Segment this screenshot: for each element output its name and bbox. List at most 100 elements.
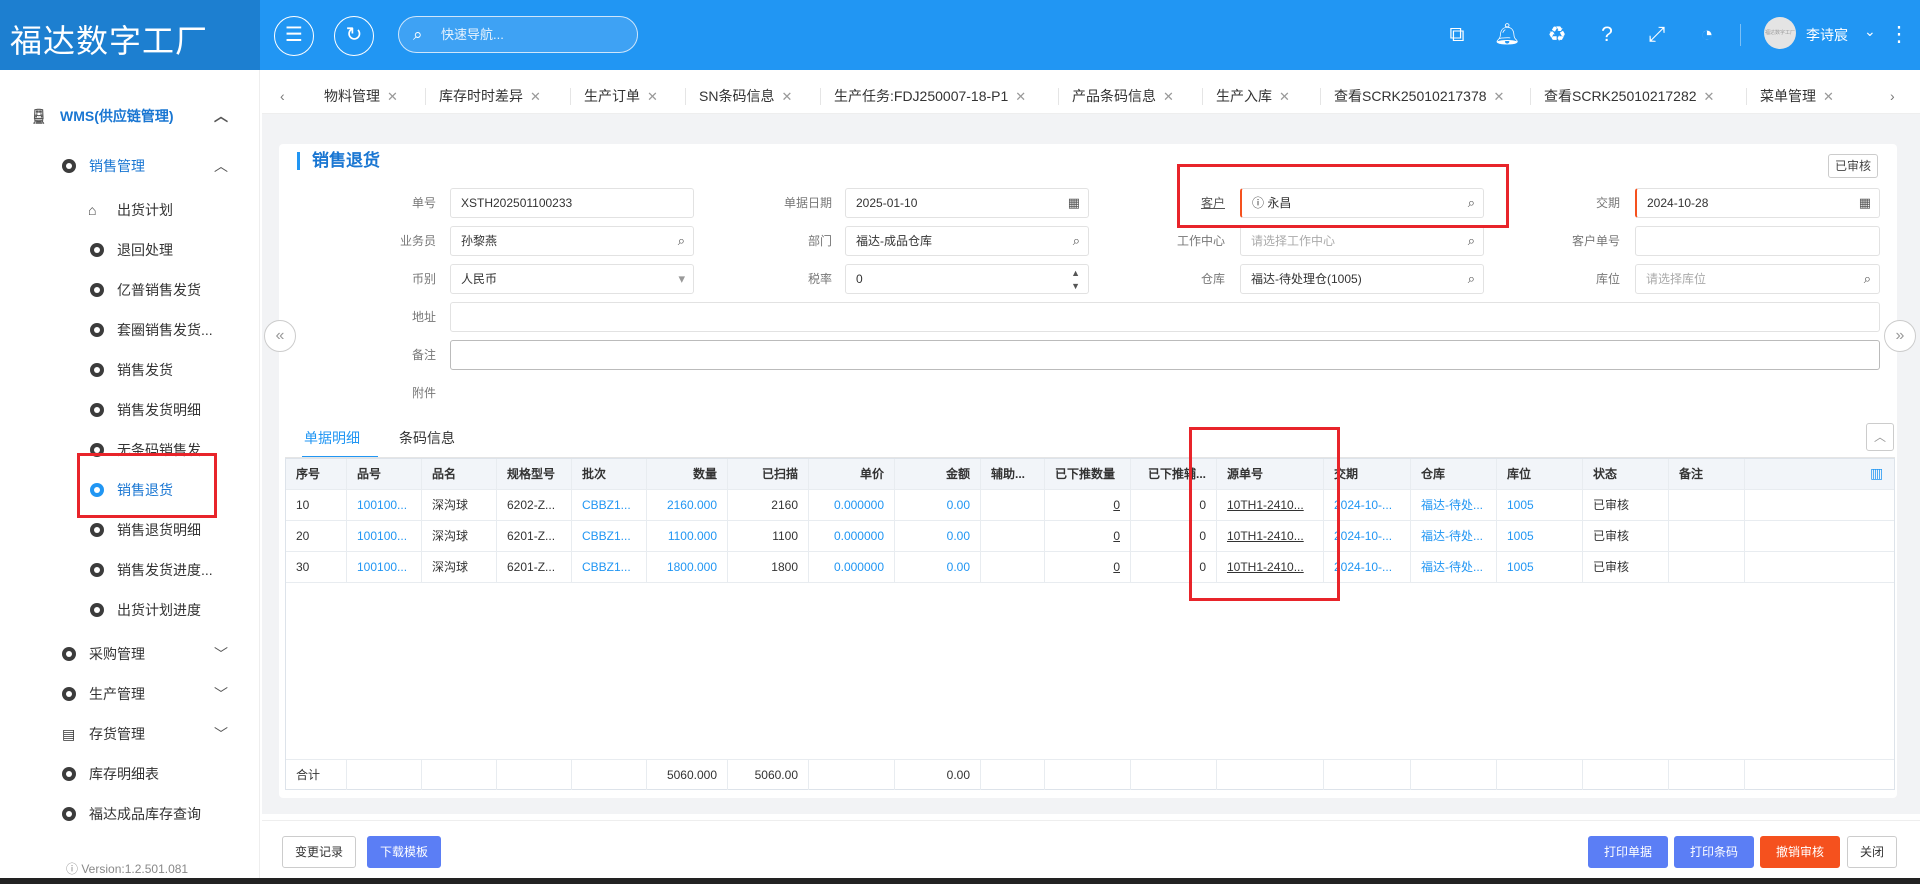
dashboard-icon[interactable]: ◔ <box>1692 20 1722 50</box>
windows-icon[interactable]: ⧉ <box>1442 20 1472 50</box>
table-cell[interactable]: 福达-待处... <box>1411 521 1497 551</box>
column-header[interactable]: 仓库 <box>1411 459 1497 489</box>
sidebar-item-5[interactable]: 销售发货明细 <box>0 394 260 426</box>
table-cell[interactable]: 1005 <box>1497 521 1583 551</box>
sidebar-item-8[interactable]: 销售退货明细 <box>0 514 260 546</box>
bell-icon[interactable]: 🔔︎ <box>1492 20 1522 50</box>
recycle-icon[interactable]: ♻︎ <box>1542 20 1572 50</box>
column-header[interactable]: 品名 <box>422 459 497 489</box>
search-icon[interactable]: ⌕ <box>1073 227 1080 255</box>
sidebar-item-4[interactable]: 销售发货 <box>0 354 260 386</box>
table-cell[interactable]: 0.00 <box>895 521 981 551</box>
table-cell[interactable]: 1005 <box>1497 552 1583 582</box>
currency-select[interactable]: 人民币 ▾ <box>450 264 694 294</box>
table-cell[interactable]: 0.000000 <box>809 490 895 520</box>
table-cell[interactable]: 福达-待处... <box>1411 552 1497 582</box>
table-cell[interactable]: 100100... <box>347 552 422 582</box>
sidebar-item-9[interactable]: 销售发货进度... <box>0 554 260 586</box>
close-icon[interactable]: ✕ <box>647 89 658 104</box>
column-header[interactable]: 序号 <box>286 459 347 489</box>
dept-field[interactable]: 福达-成品仓库 ⌕ <box>845 226 1089 256</box>
collapse-left-icon[interactable]: « <box>264 320 296 352</box>
remark-field[interactable] <box>450 340 1880 370</box>
print-doc-button[interactable]: 打印单据 <box>1588 836 1668 868</box>
table-cell[interactable]: 2160.000 <box>647 490 728 520</box>
search-icon[interactable]: ⌕ <box>678 227 685 255</box>
table-cell[interactable]: CBBZ1... <box>572 490 647 520</box>
table-cell[interactable]: 福达-待处... <box>1411 490 1497 520</box>
column-header[interactable]: 单价 <box>809 459 895 489</box>
sidebar-section-4[interactable]: 福达成品库存查询 <box>0 798 260 830</box>
tab-item[interactable]: 生产入库 ✕ <box>1216 78 1290 114</box>
column-header[interactable]: 已下推数量 <box>1045 459 1131 489</box>
search-icon[interactable]: ⌕ <box>1864 265 1871 293</box>
column-header[interactable]: 品号 <box>347 459 422 489</box>
column-header[interactable]: 规格型号 <box>497 459 572 489</box>
column-header[interactable]: 金额 <box>895 459 981 489</box>
sidebar-item-2[interactable]: 亿普销售发货 <box>0 274 260 306</box>
column-settings-icon[interactable]: ▥ <box>1870 465 1883 482</box>
change-log-button[interactable]: 变更记录 <box>282 836 357 868</box>
tab-detail[interactable]: 单据明细 <box>302 424 378 458</box>
quick-nav-search[interactable]: ⌕ 快速导航... <box>398 16 638 53</box>
close-icon[interactable]: ✕ <box>1823 89 1834 104</box>
table-cell[interactable]: CBBZ1... <box>572 521 647 551</box>
sidebar-item-0[interactable]: ⌂ 出货计划 <box>0 194 260 226</box>
warehouse-field[interactable]: 福达-待处理仓(1005) ⌕ <box>1240 264 1484 294</box>
sidebar-section-2[interactable]: ▤ 存货管理 ﹀ <box>0 718 260 750</box>
table-cell[interactable]: 0.00 <box>895 552 981 582</box>
tab-item[interactable]: 生产订单 ✕ <box>584 78 658 114</box>
tab-item[interactable]: 查看SCRK25010217378 ✕ <box>1334 78 1504 114</box>
workcenter-field[interactable]: 请选择工作中心 ⌕ <box>1240 226 1484 256</box>
table-cell[interactable]: 0.000000 <box>809 521 895 551</box>
table-row[interactable]: 30 100100... 深沟球 6201-Z... CBBZ1... 1800.000 1… <box>286 552 1894 583</box>
close-icon[interactable]: ✕ <box>530 89 541 104</box>
column-header[interactable]: 备注 <box>1669 459 1745 489</box>
cust-no-field[interactable] <box>1635 226 1880 256</box>
collapse-up-icon[interactable]: ︿ <box>1866 423 1894 451</box>
tab-item[interactable]: SN条码信息 ✕ <box>699 78 792 114</box>
column-header[interactable]: 批次 <box>572 459 647 489</box>
tab-item[interactable]: 库存时时差异 ✕ <box>439 78 541 114</box>
table-row[interactable]: 20 100100... 深沟球 6201-Z... CBBZ1... 1100.000 1… <box>286 521 1894 552</box>
column-header[interactable]: 库位 <box>1497 459 1583 489</box>
tab-item[interactable]: 生产任务:FDJ250007-18-P1 ✕ <box>834 78 1026 114</box>
sidebar-section-0[interactable]: 采购管理 ﹀ <box>0 638 260 670</box>
tab-barcode[interactable]: 条码信息 <box>399 424 455 458</box>
fullscreen-icon[interactable]: ⤢ <box>1642 20 1672 50</box>
download-template-button[interactable]: 下载模板 <box>367 836 442 868</box>
refresh-icon[interactable]: ↻ <box>334 16 374 56</box>
column-header[interactable]: 辅助... <box>981 459 1045 489</box>
sidebar-section-1[interactable]: 生产管理 ﹀ <box>0 678 260 710</box>
sidebar-item-3[interactable]: 套圈销售发货... <box>0 314 260 346</box>
sidebar-sub-sales[interactable]: 销售管理 ︿ <box>0 150 260 182</box>
column-header[interactable]: 状态 <box>1583 459 1669 489</box>
tax-field[interactable]: 0 ▲ ▼ <box>845 264 1089 294</box>
salesman-field[interactable]: 孙黎燕 ⌕ <box>450 226 694 256</box>
no-field[interactable]: XSTH202501100233 <box>450 188 694 218</box>
close-icon[interactable]: ✕ <box>1163 89 1174 104</box>
table-cell[interactable]: 1005 <box>1497 490 1583 520</box>
stepper-icon[interactable]: ▲ ▼ <box>1071 267 1080 293</box>
column-header[interactable]: 已扫描 <box>728 459 809 489</box>
tab-scroll-left-icon[interactable]: ‹ <box>280 78 285 114</box>
table-cell[interactable]: 0.00 <box>895 490 981 520</box>
table-cell[interactable]: 0 <box>1045 521 1131 551</box>
close-button[interactable]: 关闭 <box>1847 836 1897 868</box>
tab-item[interactable]: 查看SCRK25010217282 ✕ <box>1544 78 1714 114</box>
close-icon[interactable]: ✕ <box>1015 89 1026 104</box>
location-field[interactable]: 请选择库位 ⌕ <box>1635 264 1880 294</box>
table-cell[interactable]: 1100.000 <box>647 521 728 551</box>
tab-item[interactable]: 菜单管理 ✕ <box>1760 78 1834 114</box>
delivery-field[interactable]: 2024-10-28 ▦ <box>1635 188 1880 218</box>
table-cell[interactable]: 100100... <box>347 490 422 520</box>
close-icon[interactable]: ✕ <box>781 89 792 104</box>
table-cell[interactable]: 100100... <box>347 521 422 551</box>
table-row[interactable]: 10 100100... 深沟球 6202-Z... CBBZ1... 2160.000 2… <box>286 490 1894 521</box>
search-icon[interactable]: ⌕ <box>1468 227 1475 255</box>
sidebar-item-10[interactable]: 出货计划进度 <box>0 594 260 626</box>
table-cell[interactable]: CBBZ1... <box>572 552 647 582</box>
close-icon[interactable]: ✕ <box>387 89 398 104</box>
table-cell[interactable]: 0.000000 <box>809 552 895 582</box>
search-icon[interactable]: ⌕ <box>1468 265 1475 293</box>
